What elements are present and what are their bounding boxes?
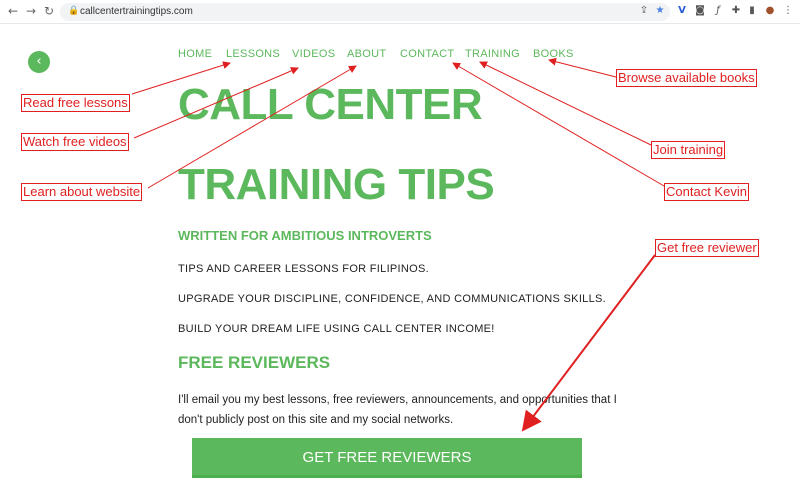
page-title-line1: CALL CENTER — [178, 80, 483, 129]
arrow-browse — [548, 57, 617, 78]
share-icon[interactable]: ⇪ — [638, 5, 650, 17]
formula-icon[interactable]: ƒ — [712, 5, 724, 17]
browser-toolbar: ← → ↻ 🔒 callcentertrainingtips.com ⇪ ★ V… — [0, 0, 800, 24]
annotation-learn: Learn about website — [21, 183, 143, 201]
nav-books[interactable]: BOOKS — [533, 48, 574, 60]
nav-videos[interactable]: VIDEOS — [292, 48, 335, 60]
annotation-join: Join training — [651, 141, 726, 159]
back-button[interactable]: ‹ — [28, 51, 50, 73]
tagline: WRITTEN FOR AMBITIOUS INTROVERTS — [178, 228, 432, 243]
menu-icon[interactable]: ⋮ — [782, 5, 794, 17]
point-3: BUILD YOUR DREAM LIFE USING CALL CENTER … — [178, 323, 495, 335]
lock-icon: 🔒 — [68, 6, 80, 16]
reviewers-text: I'll email you my best lessons, free rev… — [178, 394, 617, 426]
point-1: TIPS AND CAREER LESSONS FOR FILIPINOS. — [178, 263, 430, 275]
point-2: UPGRADE YOUR DISCIPLINE, CONFIDENCE, AND… — [178, 293, 607, 305]
annotation-watch: Watch free videos — [21, 133, 129, 151]
address-bar[interactable]: 🔒 callcentertrainingtips.com — [60, 3, 670, 21]
back-arrow-icon[interactable]: ← — [6, 4, 20, 18]
page-title-line2: TRAINING TIPS — [178, 160, 495, 209]
puzzle-icon[interactable]: ✚ — [730, 5, 742, 17]
get-free-reviewers-button[interactable]: GET FREE REVIEWERS — [192, 438, 582, 478]
nav-contact[interactable]: CONTACT — [400, 48, 454, 60]
nav-home[interactable]: HOME — [178, 48, 212, 60]
reload-icon[interactable]: ↻ — [42, 4, 56, 18]
avatar[interactable]: ● — [764, 5, 776, 17]
extension-v-icon[interactable]: V — [676, 5, 688, 17]
url-text[interactable]: callcentertrainingtips.com — [80, 5, 193, 19]
annotation-read: Read free lessons — [21, 94, 130, 112]
reviewers-heading: FREE REVIEWERS — [178, 353, 331, 372]
forward-arrow-icon[interactable]: → — [24, 4, 38, 18]
nav-about[interactable]: ABOUT — [347, 48, 386, 60]
annotation-browse: Browse available books — [616, 69, 757, 87]
annotation-reviewer: Get free reviewer — [655, 239, 759, 257]
sidebar-icon[interactable]: ▮ — [746, 5, 758, 17]
annotation-contact: Contact Kevin — [664, 183, 749, 201]
bookmark-star-icon[interactable]: ★ — [654, 5, 666, 17]
nav-lessons[interactable]: LESSONS — [226, 48, 280, 60]
nav-training[interactable]: TRAINING — [465, 48, 520, 60]
camera-icon[interactable]: ◙ — [694, 5, 706, 17]
